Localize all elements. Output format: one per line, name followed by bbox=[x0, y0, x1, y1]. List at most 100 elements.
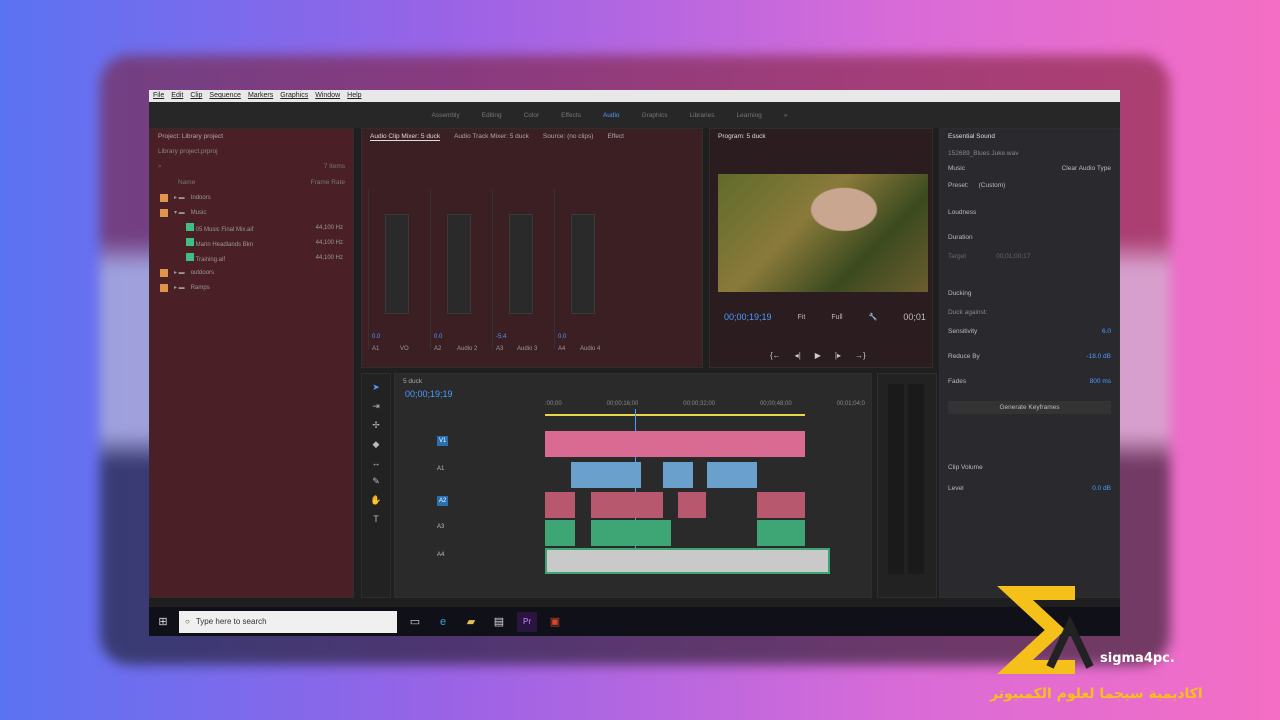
music-clip[interactable] bbox=[545, 548, 830, 574]
go-to-out-icon[interactable]: →} bbox=[855, 351, 866, 360]
tab-audio-track-mixer[interactable]: Audio Track Mixer: 5 duck bbox=[454, 133, 529, 141]
list-item[interactable]: ▸ ▬ Ramps bbox=[150, 280, 353, 295]
volume-fader[interactable] bbox=[447, 214, 471, 314]
audio-clip[interactable] bbox=[591, 492, 663, 518]
tab-audio-clip-mixer[interactable]: Audio Clip Mixer: 5 duck bbox=[370, 133, 441, 141]
volume-fader[interactable] bbox=[571, 214, 595, 314]
track-label-a3[interactable]: A3 bbox=[437, 524, 444, 530]
volume-fader[interactable] bbox=[385, 214, 409, 314]
slip-tool-icon[interactable]: ↔ bbox=[372, 458, 381, 468]
type-tool-icon[interactable]: T bbox=[373, 514, 379, 524]
project-title[interactable]: Project: Library project bbox=[158, 133, 223, 140]
edge-icon[interactable]: e bbox=[433, 612, 453, 632]
play-icon[interactable]: ▶ bbox=[815, 351, 821, 360]
clear-audio-type-button[interactable]: Clear Audio Type bbox=[1062, 165, 1111, 172]
app-icon[interactable]: ▤ bbox=[489, 612, 509, 632]
preset-select[interactable]: (Custom) bbox=[979, 182, 1006, 189]
audio-clip[interactable] bbox=[545, 492, 575, 518]
audio-clip[interactable] bbox=[707, 462, 757, 488]
ws-learning[interactable]: Learning bbox=[737, 112, 762, 119]
program-title[interactable]: Program: 5 duck bbox=[718, 133, 766, 140]
menu-markers[interactable]: Markers bbox=[248, 92, 273, 100]
audio-clip[interactable] bbox=[591, 520, 671, 546]
col-frame-rate[interactable]: Frame Rate bbox=[311, 179, 345, 186]
fades-value[interactable]: 800 ms bbox=[1090, 378, 1111, 385]
duration-section[interactable]: Duration bbox=[940, 234, 1119, 241]
essential-title[interactable]: Essential Sound bbox=[948, 133, 995, 140]
ruler-tick: 00;00;16;00 bbox=[606, 401, 639, 407]
more-workspaces-icon[interactable]: » bbox=[784, 112, 788, 119]
audio-clip[interactable] bbox=[678, 492, 706, 518]
list-item[interactable]: ▸ ▬ Indoors bbox=[150, 190, 353, 205]
tab-source[interactable]: Source: (no clips) bbox=[543, 133, 594, 141]
pen-tool-icon[interactable]: ✎ bbox=[372, 476, 380, 487]
col-name[interactable]: Name bbox=[178, 179, 195, 186]
razor-icon[interactable]: ◆ bbox=[373, 439, 380, 450]
ws-assembly[interactable]: Assembly bbox=[432, 112, 460, 119]
sensitivity-value[interactable]: 6.0 bbox=[1102, 328, 1111, 335]
track-select-icon[interactable]: ⇥ bbox=[372, 401, 380, 412]
windows-start-icon[interactable]: ⊞ bbox=[153, 612, 173, 632]
hand-tool-icon[interactable]: ✋ bbox=[370, 495, 381, 506]
video-preview[interactable] bbox=[718, 174, 928, 292]
track-label-a1[interactable]: A1 bbox=[437, 466, 444, 472]
task-view-icon[interactable]: ▭ bbox=[405, 612, 425, 632]
work-area-bar[interactable] bbox=[545, 414, 805, 416]
ws-libraries[interactable]: Libraries bbox=[690, 112, 715, 119]
volume-fader[interactable] bbox=[509, 214, 533, 314]
step-back-icon[interactable]: ◂| bbox=[795, 351, 801, 360]
level-value[interactable]: 0.0 dB bbox=[1092, 485, 1111, 492]
ws-editing[interactable]: Editing bbox=[482, 112, 502, 119]
list-item[interactable]: Training.aif 44,100 Hz bbox=[150, 250, 353, 265]
taskbar-search[interactable]: ○ Type here to search bbox=[179, 610, 397, 633]
fit-select[interactable]: Fit bbox=[798, 314, 806, 321]
step-forward-icon[interactable]: |▸ bbox=[835, 351, 841, 360]
audio-clip[interactable] bbox=[571, 462, 641, 488]
powerpoint-icon[interactable]: ▣ bbox=[545, 612, 565, 632]
video-clip[interactable] bbox=[545, 431, 805, 457]
sequence-title[interactable]: 5 duck bbox=[403, 378, 422, 385]
generate-keyframes-button[interactable]: Generate Keyframes bbox=[948, 401, 1111, 414]
program-timecode[interactable]: 00;00;19;19 bbox=[724, 312, 772, 322]
audio-clip[interactable] bbox=[757, 520, 805, 546]
audio-clip[interactable] bbox=[663, 462, 693, 488]
menu-file[interactable]: File bbox=[153, 92, 164, 100]
wrench-icon[interactable]: 🔧 bbox=[869, 313, 878, 321]
ws-color[interactable]: Color bbox=[524, 112, 540, 119]
ducking-section[interactable]: Ducking bbox=[940, 290, 1119, 297]
level-checkbox[interactable]: Level bbox=[948, 485, 964, 492]
program-end-time: 00;01 bbox=[903, 312, 926, 322]
list-item[interactable]: 05 Music Final Mix.aif 44,100 Hz bbox=[150, 220, 353, 235]
track-label-a2[interactable]: A2 bbox=[437, 496, 449, 506]
tab-effect[interactable]: Effect bbox=[607, 133, 624, 141]
channel-value: 0.0 bbox=[372, 334, 381, 340]
quality-select[interactable]: Full bbox=[831, 314, 842, 321]
menu-graphics[interactable]: Graphics bbox=[280, 92, 308, 100]
go-to-in-icon[interactable]: {← bbox=[770, 351, 781, 360]
ws-graphics[interactable]: Graphics bbox=[642, 112, 668, 119]
list-item[interactable]: ▾ ▬ Music bbox=[150, 205, 353, 220]
ripple-edit-icon[interactable]: ✢ bbox=[372, 420, 380, 431]
menu-help[interactable]: Help bbox=[347, 92, 361, 100]
clip-volume-section[interactable]: Clip Volume bbox=[940, 464, 1119, 471]
premiere-icon[interactable]: Pr bbox=[517, 611, 537, 632]
menu-clip[interactable]: Clip bbox=[190, 92, 202, 100]
reduce-by-value[interactable]: -18.0 dB bbox=[1086, 353, 1111, 360]
timeline-timecode[interactable]: 00;00;19;19 bbox=[395, 389, 871, 399]
ws-effects[interactable]: Effects bbox=[561, 112, 581, 119]
ws-audio[interactable]: Audio bbox=[603, 112, 620, 119]
track-label-a4[interactable]: A4 bbox=[437, 552, 444, 558]
menu-sequence[interactable]: Sequence bbox=[209, 92, 241, 100]
audio-clip[interactable] bbox=[757, 492, 805, 518]
list-item[interactable]: ▸ ▬ outdoors bbox=[150, 265, 353, 280]
selection-tool-icon[interactable]: ➤ bbox=[372, 382, 380, 393]
list-item[interactable]: Marin Headlands Bkn 44,100 Hz bbox=[150, 235, 353, 250]
search-icon[interactable]: ⌕ bbox=[158, 163, 162, 171]
menu-window[interactable]: Window bbox=[315, 92, 340, 100]
file-explorer-icon[interactable]: ▰ bbox=[461, 612, 481, 632]
program-monitor: Program: 5 duck 00;00;19;19 Fit Full 🔧 0… bbox=[709, 128, 933, 368]
audio-clip[interactable] bbox=[545, 520, 575, 546]
loudness-section[interactable]: Loudness bbox=[940, 209, 1119, 216]
track-label-v1[interactable]: V1 bbox=[437, 436, 449, 446]
menu-edit[interactable]: Edit bbox=[171, 92, 183, 100]
